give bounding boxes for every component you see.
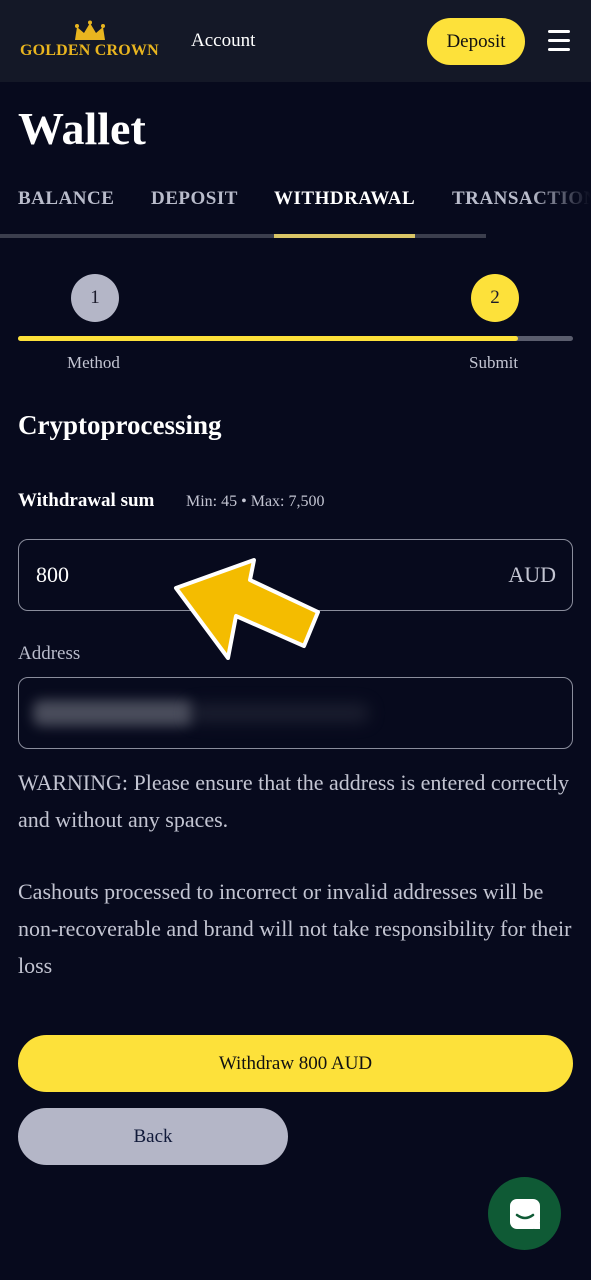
currency-label: AUD [508, 562, 556, 587]
tab-deposit[interactable]: DEPOSIT [151, 188, 238, 210]
step-2-circle: 2 [471, 274, 519, 322]
tab-withdrawal[interactable]: WITHDRAWAL [274, 188, 415, 210]
live-chat-button[interactable] [488, 1177, 561, 1250]
page-title: Wallet [18, 103, 146, 154]
step-1-label: Method [67, 353, 120, 372]
tab-balance[interactable]: BALANCE [18, 188, 114, 210]
stepper-progress-track [18, 336, 573, 341]
top-bar: GOLDEN CROWN Account Deposit [0, 0, 591, 82]
address-label: Address [18, 643, 81, 664]
tabs-scroll-fade [531, 182, 591, 240]
account-link[interactable]: Account [191, 30, 255, 52]
blurred-address-value [33, 700, 193, 726]
back-button[interactable]: Back [18, 1108, 288, 1165]
invalid-address-notice: Cashouts processed to incorrect or inval… [18, 879, 572, 978]
payment-method-title: Cryptoprocessing [18, 410, 222, 440]
crown-icon [75, 20, 105, 40]
wallet-tabs: BALANCE DEPOSIT WITHDRAWAL TRANSACTIONS [0, 182, 591, 240]
active-tab-underline [274, 234, 415, 238]
highlight-arrow-icon [174, 558, 320, 660]
step-1-circle[interactable]: 1 [71, 274, 119, 322]
withdrawal-limits: Min: 45 • Max: 7,500 [186, 493, 325, 510]
header-deposit-button[interactable]: Deposit [427, 18, 525, 65]
logo-text: GOLDEN CROWN [20, 42, 159, 59]
address-input[interactable] [18, 677, 573, 749]
address-warning-text: WARNING: Please ensure that the address … [18, 770, 570, 832]
stepper-progress-fill [18, 336, 518, 341]
chat-icon [509, 1198, 540, 1229]
blurred-address-tail [189, 704, 369, 722]
amount-value[interactable]: 800 [36, 562, 69, 588]
step-2-label: Submit [469, 353, 519, 372]
golden-crown-logo[interactable]: GOLDEN CROWN [20, 20, 165, 64]
hamburger-menu-icon[interactable] [548, 30, 570, 52]
withdraw-button[interactable]: Withdraw 800 AUD [18, 1035, 573, 1092]
withdrawal-sum-label: Withdrawal sum [18, 490, 155, 511]
